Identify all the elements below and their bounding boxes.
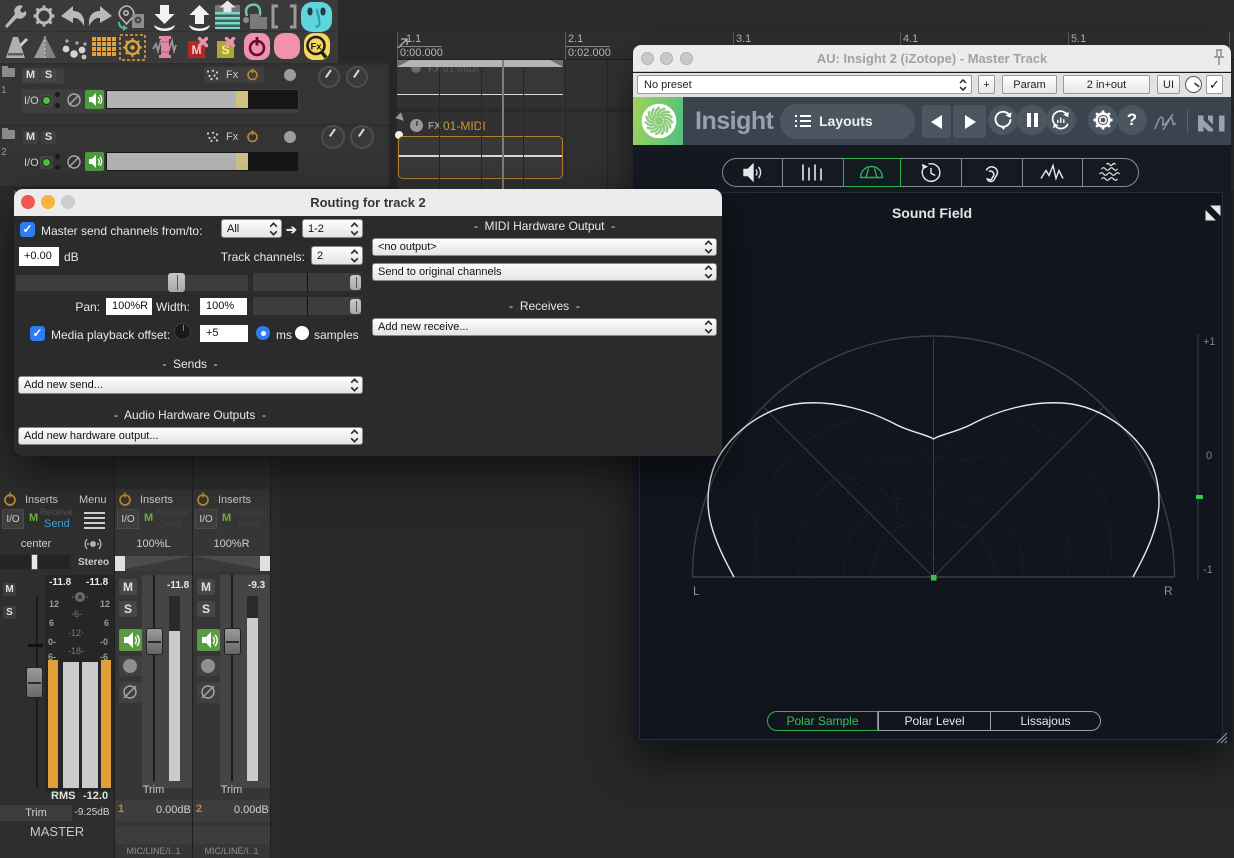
svg-text:R: R [1164, 584, 1173, 598]
svg-text:L: L [693, 584, 700, 598]
svg-text:Fx: Fx [310, 42, 322, 53]
svg-text:+1: +1 [1203, 336, 1216, 348]
svg-text:-1: -1 [1203, 564, 1213, 576]
svg-text:0: 0 [1206, 450, 1212, 462]
